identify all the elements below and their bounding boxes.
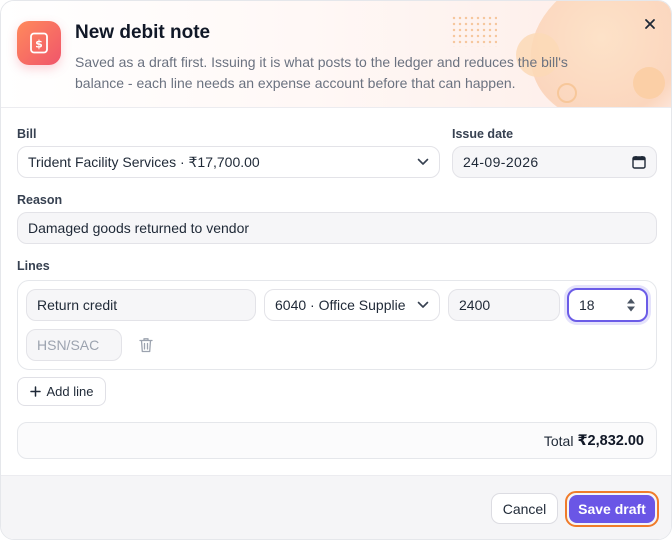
line-hsn-input[interactable]: HSN/SAC xyxy=(26,329,122,361)
dialog-title: New debit note xyxy=(75,22,211,43)
bill-label: Bill xyxy=(17,127,37,141)
close-button[interactable] xyxy=(637,11,663,37)
bill-select-value: Trident Facility Services · ₹17,700.00 xyxy=(28,153,260,170)
line-tax-rate-input[interactable]: 18 xyxy=(567,288,648,322)
issue-date-value: 24-09-2026 xyxy=(463,154,539,170)
reason-label: Reason xyxy=(17,193,63,207)
total-label: Total xyxy=(543,432,574,449)
dialog-header: $ New debit note Saved as a draft first.… xyxy=(1,1,671,108)
save-draft-button[interactable]: Save draft xyxy=(565,491,659,527)
issue-date-input[interactable]: 24-09-2026 xyxy=(452,146,657,178)
plus-icon xyxy=(29,386,41,397)
bill-select[interactable]: Trident Facility Services · ₹17,700.00 xyxy=(17,146,440,178)
svg-text:$: $ xyxy=(35,38,43,51)
delete-line-button[interactable] xyxy=(137,336,155,354)
reason-input[interactable]: Damaged goods returned to vendor xyxy=(17,212,657,244)
lines-label: Lines xyxy=(17,259,50,273)
decorative-circle xyxy=(633,67,665,99)
close-icon xyxy=(645,19,655,29)
decorative-dots xyxy=(451,15,497,47)
add-line-label: Add line xyxy=(46,384,94,399)
total-summary: Total ₹2,832.00 xyxy=(17,422,657,459)
reason-value: Damaged goods returned to vendor xyxy=(28,220,250,236)
trash-icon xyxy=(139,338,153,353)
line-amount-input[interactable]: 2400 xyxy=(448,289,560,321)
line-account-value: 6040 · Office Supplie xyxy=(275,297,406,313)
line-tax-rate-value: 18 xyxy=(579,297,595,313)
chevron-down-icon xyxy=(417,301,429,308)
caret-up-icon[interactable] xyxy=(626,298,636,304)
total-amount: ₹2,832.00 xyxy=(577,432,644,449)
caret-down-icon[interactable] xyxy=(626,306,636,312)
cancel-button[interactable]: Cancel xyxy=(491,493,558,524)
line-amount-value: 2400 xyxy=(459,297,491,313)
add-line-button[interactable]: Add line xyxy=(17,377,106,406)
line-hsn-placeholder: HSN/SAC xyxy=(37,337,100,353)
line-account-select[interactable]: 6040 · Office Supplie xyxy=(264,289,440,321)
line-description-input[interactable]: Return credit xyxy=(26,289,256,321)
debit-note-dialog: $ New debit note Saved as a draft first.… xyxy=(0,0,672,540)
calendar-icon[interactable] xyxy=(632,155,646,169)
issue-date-label: Issue date xyxy=(452,127,514,141)
dialog-subtitle: Saved as a draft first. Issuing it is wh… xyxy=(75,54,568,91)
number-stepper[interactable] xyxy=(626,298,636,312)
line-description-value: Return credit xyxy=(37,297,118,313)
chevron-down-icon xyxy=(417,158,429,165)
save-draft-label: Save draft xyxy=(569,495,655,523)
receipt-icon: $ xyxy=(17,21,61,65)
